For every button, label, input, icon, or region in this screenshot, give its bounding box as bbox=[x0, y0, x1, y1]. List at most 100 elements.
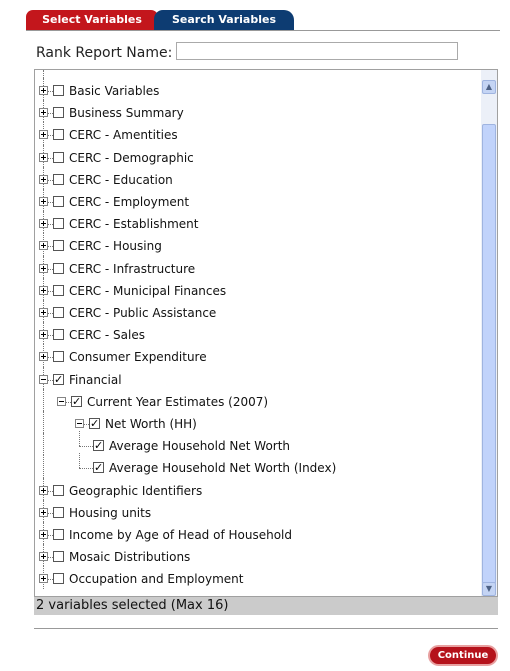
expand-icon[interactable] bbox=[39, 263, 48, 273]
tree-item[interactable]: Business Summary bbox=[35, 100, 475, 123]
expand-icon[interactable] bbox=[39, 552, 48, 562]
tree-item[interactable]: CERC - Education bbox=[35, 166, 475, 189]
tree-item-label: CERC - Demographic bbox=[69, 150, 194, 165]
tree-item-label: CERC - Employment bbox=[69, 195, 190, 209]
tree-item[interactable]: CERC - Demographic bbox=[35, 144, 475, 167]
tree-item[interactable]: CERC - Municipal Finances bbox=[35, 277, 475, 300]
tree-item[interactable]: Net Worth (HH) bbox=[35, 411, 475, 434]
selection-status: 2 variables selected (Max 16) bbox=[34, 597, 498, 615]
rank-report-name-input[interactable] bbox=[176, 42, 458, 60]
tree-item-checkbox[interactable] bbox=[53, 218, 64, 230]
tree-connector bbox=[79, 431, 80, 447]
tree-item[interactable]: Mosaic Distributions bbox=[35, 544, 475, 567]
tree-item-label: Housing units bbox=[69, 505, 152, 520]
tree-connector bbox=[43, 411, 44, 434]
variables-tree-panel: Basic Variables Business Summary CERC - Am… bbox=[34, 69, 498, 597]
expand-icon[interactable] bbox=[39, 507, 48, 517]
collapse-icon[interactable] bbox=[75, 419, 84, 428]
tree-item[interactable]: Basic Variables bbox=[35, 78, 475, 101]
tree-item[interactable]: CERC - Sales bbox=[35, 322, 475, 345]
tree-item-checkbox[interactable] bbox=[53, 240, 64, 252]
tree-item-checkbox[interactable] bbox=[53, 129, 64, 141]
tree-item[interactable]: CERC - Infrastructure bbox=[35, 255, 475, 278]
tab-search-variables[interactable]: Search Variables bbox=[154, 10, 294, 30]
tree-scrollbar[interactable]: ▲ ▼ bbox=[481, 70, 497, 596]
scroll-down-icon[interactable]: ▼ bbox=[482, 582, 496, 596]
tree-item-label: Occupation and Employment bbox=[69, 572, 244, 587]
tree-item[interactable]: CERC - Employment bbox=[35, 189, 475, 212]
tree-item-label: Average Household Net Worth (Index) bbox=[109, 461, 337, 476]
tree-item-checkbox[interactable] bbox=[53, 329, 64, 341]
tree-connector bbox=[43, 455, 44, 478]
tree-item-label: Financial bbox=[69, 372, 122, 387]
panel-top-border bbox=[26, 30, 500, 31]
tree-item-checkbox[interactable] bbox=[53, 284, 64, 296]
tree-item-checkbox[interactable] bbox=[93, 459, 104, 477]
tree-item[interactable]: CERC - Housing bbox=[35, 233, 475, 256]
tree-item-checkbox[interactable] bbox=[53, 196, 64, 207]
tree-item-checkbox[interactable] bbox=[53, 551, 64, 563]
tree-item-label: Net Worth (HH) bbox=[105, 417, 197, 431]
tree-item-checkbox[interactable] bbox=[53, 262, 64, 274]
expand-icon[interactable] bbox=[39, 285, 48, 295]
tree-item-checkbox[interactable] bbox=[53, 173, 64, 185]
tree-connector bbox=[79, 446, 93, 448]
continue-button[interactable]: Continue bbox=[428, 645, 498, 666]
tree-item[interactable]: Housing units bbox=[35, 499, 475, 522]
tree-item-checkbox[interactable] bbox=[53, 107, 64, 119]
scroll-up-icon[interactable]: ▲ bbox=[482, 80, 496, 94]
expand-icon[interactable] bbox=[39, 86, 48, 95]
tree-connector bbox=[79, 453, 80, 469]
tree-item-label: Mosaic Distributions bbox=[69, 550, 191, 565]
tree-item[interactable]: Average Household Net Worth (Index) bbox=[35, 453, 475, 478]
tree-item-label: CERC - Education bbox=[69, 172, 173, 187]
expand-icon[interactable] bbox=[39, 485, 48, 495]
tree-item-checkbox[interactable] bbox=[53, 529, 64, 540]
tree-item[interactable]: Current Year Estimates (2007) bbox=[35, 388, 475, 411]
expand-icon[interactable] bbox=[39, 330, 48, 340]
expand-icon[interactable] bbox=[39, 308, 48, 317]
tree-item-checkbox[interactable] bbox=[53, 371, 64, 389]
tree-item-label: CERC - Public Assistance bbox=[69, 306, 217, 320]
tree-item-checkbox[interactable] bbox=[71, 393, 82, 411]
tree-item-checkbox[interactable] bbox=[53, 351, 64, 363]
tree-item-checkbox[interactable] bbox=[53, 484, 64, 496]
expand-icon[interactable] bbox=[39, 174, 48, 184]
tree-item[interactable]: Financial bbox=[35, 366, 475, 389]
divider bbox=[34, 628, 498, 629]
tab-select-variables[interactable]: Select Variables bbox=[26, 10, 158, 30]
tree-item-checkbox[interactable] bbox=[89, 415, 100, 433]
tree-connector bbox=[79, 468, 93, 470]
expand-icon[interactable] bbox=[39, 197, 48, 206]
expand-icon[interactable] bbox=[39, 574, 48, 584]
expand-icon[interactable] bbox=[39, 530, 48, 539]
tree-item-label: Basic Variables bbox=[69, 84, 160, 98]
tree-item-checkbox[interactable] bbox=[53, 85, 64, 96]
tree-item[interactable]: CERC - Establishment bbox=[35, 211, 475, 234]
tree-item[interactable]: Average Household Net Worth bbox=[35, 431, 475, 456]
expand-icon[interactable] bbox=[39, 152, 48, 162]
tree-item[interactable]: CERC - Amentities bbox=[35, 122, 475, 145]
tree-item-checkbox[interactable] bbox=[53, 506, 64, 518]
tree-item-checkbox[interactable] bbox=[53, 573, 64, 585]
tree-item-label: CERC - Establishment bbox=[69, 217, 199, 232]
collapse-icon[interactable] bbox=[39, 374, 48, 384]
expand-icon[interactable] bbox=[39, 130, 48, 140]
tree-item[interactable]: CERC - Public Assistance bbox=[35, 300, 475, 323]
tree-item[interactable]: Occupation and Employment bbox=[35, 566, 475, 589]
collapse-icon[interactable] bbox=[57, 396, 66, 406]
tree-item[interactable]: Income by Age of Head of Household bbox=[35, 522, 475, 545]
tree-item-label: CERC - Amentities bbox=[69, 128, 178, 143]
tree-item-checkbox[interactable] bbox=[53, 307, 64, 318]
expand-icon[interactable] bbox=[39, 108, 48, 118]
tree-item[interactable]: Geographic Identifiers bbox=[35, 477, 475, 500]
tree-item-checkbox[interactable] bbox=[53, 151, 64, 163]
tree-item[interactable]: Consumer Expenditure bbox=[35, 344, 475, 367]
expand-icon[interactable] bbox=[39, 352, 48, 362]
expand-icon[interactable] bbox=[39, 241, 48, 251]
scroll-thumb[interactable] bbox=[482, 124, 496, 584]
tree-item-label: CERC - Sales bbox=[69, 328, 145, 343]
expand-icon[interactable] bbox=[39, 219, 48, 229]
tree-item-label: Average Household Net Worth bbox=[109, 439, 291, 454]
tree-item-checkbox[interactable] bbox=[93, 437, 104, 455]
